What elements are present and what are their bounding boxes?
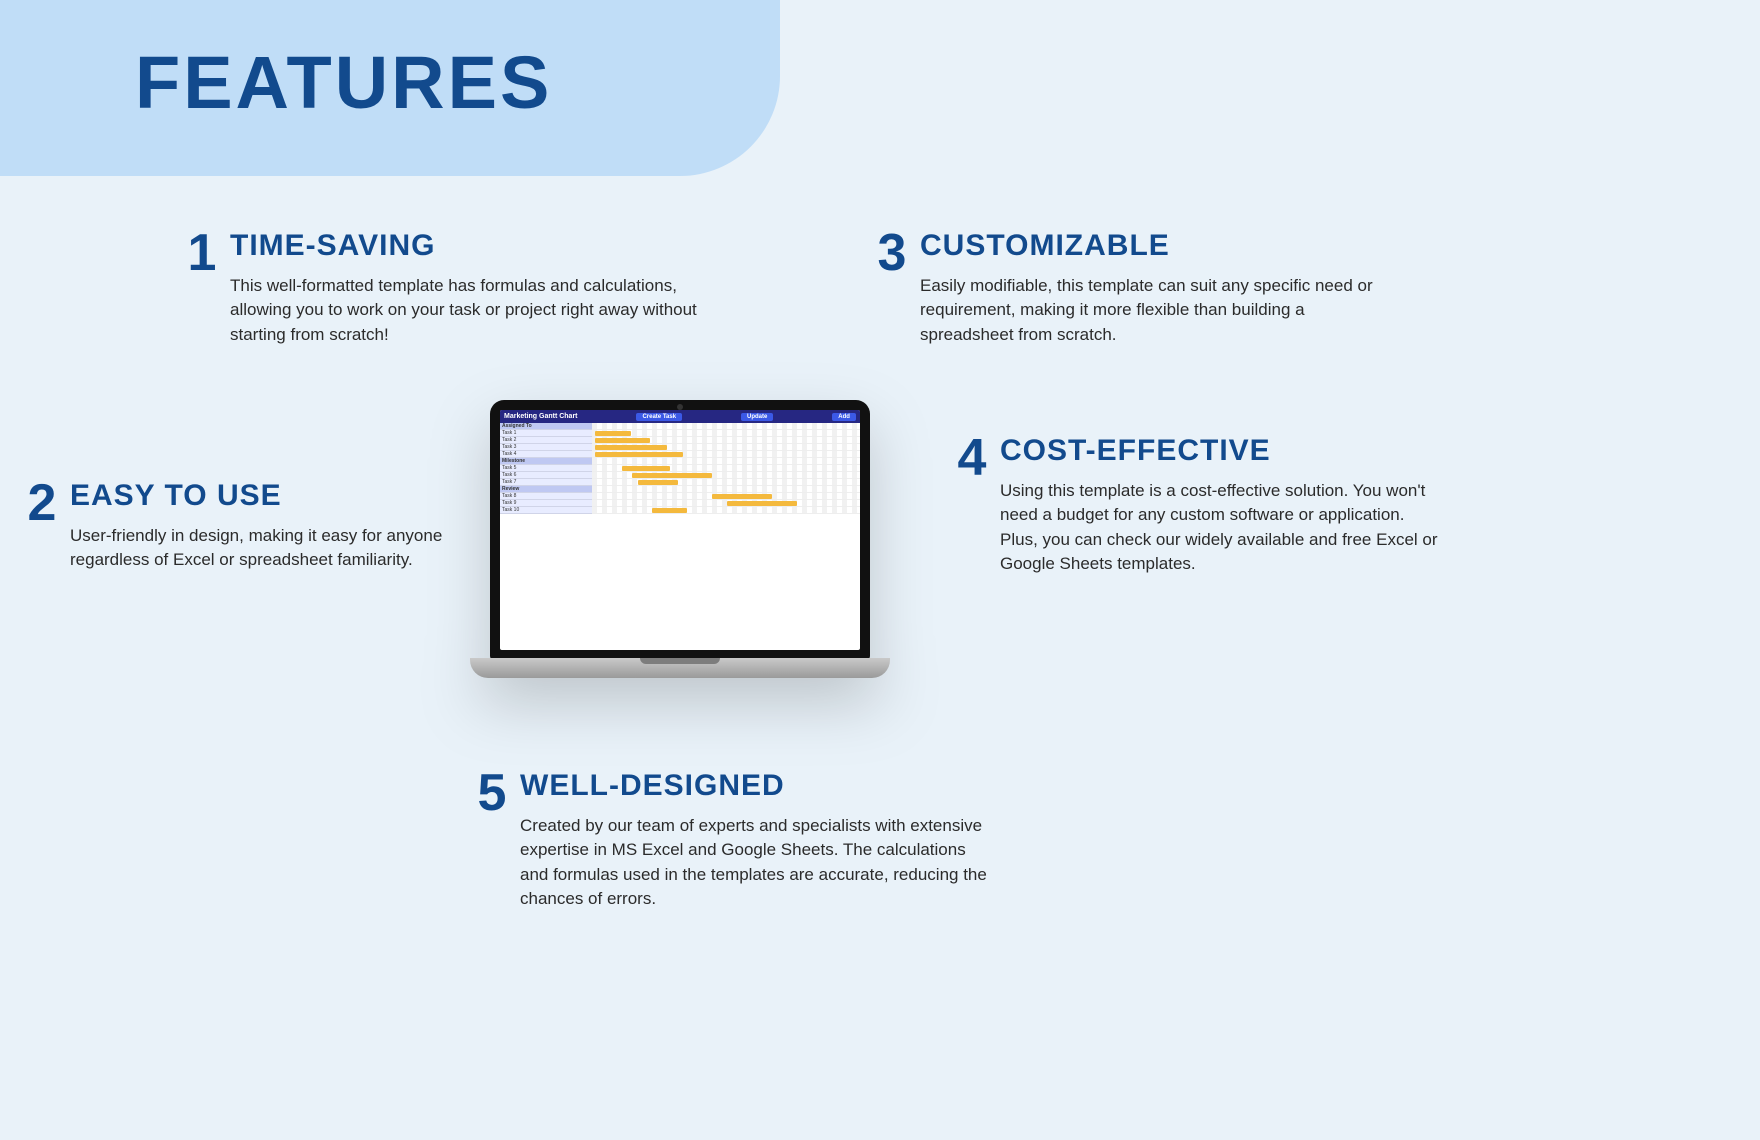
feature-number: 5 bbox=[470, 770, 514, 817]
gantt-row-label: Task 4 bbox=[500, 451, 592, 458]
camera-dot-icon bbox=[677, 404, 683, 410]
gantt-row bbox=[592, 507, 860, 514]
feature-number: 4 bbox=[950, 435, 994, 482]
feature-heading: EASY TO USE bbox=[70, 480, 460, 512]
feature-customizable: 3 CUSTOMIZABLE Easily modifiable, this t… bbox=[870, 230, 1390, 347]
gantt-row bbox=[592, 430, 860, 437]
feature-well-designed: 5 WELL-DESIGNED Created by our team of e… bbox=[470, 770, 1010, 912]
feature-body: User-friendly in design, making it easy … bbox=[70, 524, 460, 573]
gantt-row bbox=[592, 437, 860, 444]
gantt-row bbox=[592, 493, 860, 500]
feature-easy-to-use: 2 EASY TO USE User-friendly in design, m… bbox=[20, 480, 460, 573]
gantt-row bbox=[592, 465, 860, 472]
gantt-bar bbox=[632, 473, 712, 478]
gantt-pill: Add bbox=[832, 413, 856, 421]
gantt-row-label: Task 2 bbox=[500, 437, 592, 444]
gantt-bar bbox=[652, 508, 687, 513]
gantt-row-label: Task 9 bbox=[500, 500, 592, 507]
feature-number: 3 bbox=[870, 230, 914, 277]
gantt-title-text: Marketing Gantt Chart bbox=[504, 413, 578, 420]
feature-cost-effective: 4 COST-EFFECTIVE Using this template is … bbox=[950, 435, 1450, 577]
laptop-screen: Marketing Gantt Chart Create Task Update… bbox=[500, 410, 860, 650]
gantt-row bbox=[592, 479, 860, 486]
feature-heading: COST-EFFECTIVE bbox=[1000, 435, 1450, 467]
feature-body: This well-formatted template has formula… bbox=[230, 274, 700, 348]
laptop-mock: Marketing Gantt Chart Create Task Update… bbox=[470, 400, 890, 710]
gantt-bar bbox=[595, 438, 650, 443]
gantt-bar bbox=[595, 431, 631, 436]
gantt-row-label: Task 3 bbox=[500, 444, 592, 451]
feature-body: Easily modifiable, this template can sui… bbox=[920, 274, 1390, 348]
feature-number: 1 bbox=[180, 230, 224, 277]
laptop-base bbox=[470, 658, 890, 678]
gantt-row bbox=[592, 444, 860, 451]
gantt-row-label: Assigned To bbox=[500, 423, 592, 430]
gantt-bar bbox=[595, 452, 683, 457]
gantt-bar bbox=[727, 501, 797, 506]
feature-heading: CUSTOMIZABLE bbox=[920, 230, 1390, 262]
gantt-row bbox=[592, 472, 860, 479]
gantt-row-label: Task 7 bbox=[500, 479, 592, 486]
feature-number: 2 bbox=[20, 480, 64, 527]
gantt-bar bbox=[622, 466, 670, 471]
feature-time-saving: 1 TIME-SAVING This well-formatted templa… bbox=[180, 230, 720, 347]
feature-body: Created by our team of experts and speci… bbox=[520, 814, 990, 913]
gantt-pill: Update bbox=[741, 413, 773, 421]
feature-heading: WELL-DESIGNED bbox=[520, 770, 1010, 802]
feature-heading: TIME-SAVING bbox=[230, 230, 720, 262]
gantt-bar bbox=[638, 480, 678, 485]
gantt-row bbox=[592, 423, 860, 430]
gantt-row bbox=[592, 458, 860, 465]
gantt-pill: Create Task bbox=[636, 413, 682, 421]
gantt-titlebar: Marketing Gantt Chart Create Task Update… bbox=[500, 410, 860, 423]
gantt-row-label: Task 10 bbox=[500, 507, 592, 514]
gantt-row bbox=[592, 486, 860, 493]
gantt-row-label: Task 6 bbox=[500, 472, 592, 479]
gantt-bar bbox=[712, 494, 772, 499]
gantt-row-label: Review bbox=[500, 486, 592, 493]
gantt-bar bbox=[595, 445, 667, 450]
gantt-row-label: Task 1 bbox=[500, 430, 592, 437]
gantt-row-label: Milestone bbox=[500, 458, 592, 465]
feature-body: Using this template is a cost-effective … bbox=[1000, 479, 1450, 578]
page-title: FEATURES bbox=[135, 40, 552, 125]
gantt-row-label: Task 8 bbox=[500, 493, 592, 500]
gantt-row bbox=[592, 451, 860, 458]
gantt-row bbox=[592, 500, 860, 507]
gantt-row-label: Task 5 bbox=[500, 465, 592, 472]
